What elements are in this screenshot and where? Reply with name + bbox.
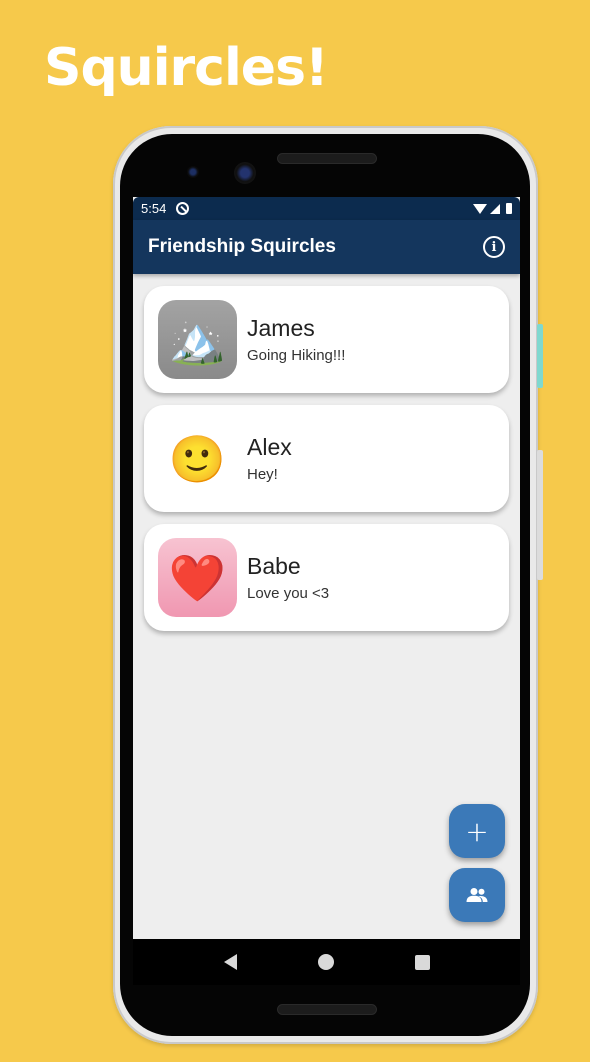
friend-name: Babe bbox=[247, 553, 301, 579]
friend-card-james[interactable]: 🏔️ James Going Hiking!!! bbox=[144, 286, 509, 393]
smiley-icon: 🙂 bbox=[158, 419, 237, 498]
wifi-icon bbox=[473, 203, 487, 214]
front-camera-icon bbox=[234, 162, 256, 184]
signal-icon bbox=[490, 203, 500, 214]
volume-button bbox=[537, 450, 543, 580]
group-icon bbox=[466, 888, 488, 902]
power-button bbox=[537, 324, 543, 388]
earpiece-speaker bbox=[277, 153, 377, 164]
recents-icon[interactable] bbox=[414, 954, 430, 970]
group-button[interactable] bbox=[449, 868, 505, 922]
friend-status: Going Hiking!!! bbox=[247, 347, 346, 364]
status-icons bbox=[473, 203, 512, 214]
app-bar: Friendship Squircles i bbox=[133, 220, 520, 274]
battery-icon bbox=[506, 203, 512, 214]
add-icon: + bbox=[465, 814, 489, 848]
back-icon[interactable] bbox=[223, 954, 237, 970]
friend-card-babe[interactable]: ❤️ Babe Love you <3 bbox=[144, 524, 509, 631]
promo-title: Squircles! bbox=[44, 38, 329, 98]
sensor-icon bbox=[187, 166, 199, 178]
friend-card-alex[interactable]: 🙂 Alex Hey! bbox=[144, 405, 509, 512]
friend-status: Hey! bbox=[247, 466, 278, 483]
home-icon[interactable] bbox=[317, 954, 334, 970]
heart-icon: ❤️ bbox=[158, 538, 237, 617]
info-icon[interactable]: i bbox=[483, 236, 505, 258]
app-title: Friendship Squircles bbox=[148, 236, 336, 257]
status-time: 5:54 bbox=[141, 201, 167, 216]
mountain-icon: 🏔️ bbox=[158, 300, 237, 379]
friend-name: James bbox=[247, 315, 315, 341]
friend-name: Alex bbox=[247, 434, 292, 460]
status-bar: 5:54 bbox=[133, 197, 520, 220]
system-nav-bar bbox=[133, 939, 520, 985]
app-screen: 5:54 Friendship Squircles i 🏔️ James Goi… bbox=[133, 197, 520, 939]
bottom-speaker bbox=[277, 1004, 377, 1015]
friend-list: 🏔️ James Going Hiking!!! 🙂 Alex Hey! ❤️ … bbox=[133, 274, 520, 631]
sync-icon bbox=[176, 202, 190, 215]
friend-status: Love you <3 bbox=[247, 585, 330, 602]
add-friend-button[interactable]: + bbox=[449, 804, 505, 858]
